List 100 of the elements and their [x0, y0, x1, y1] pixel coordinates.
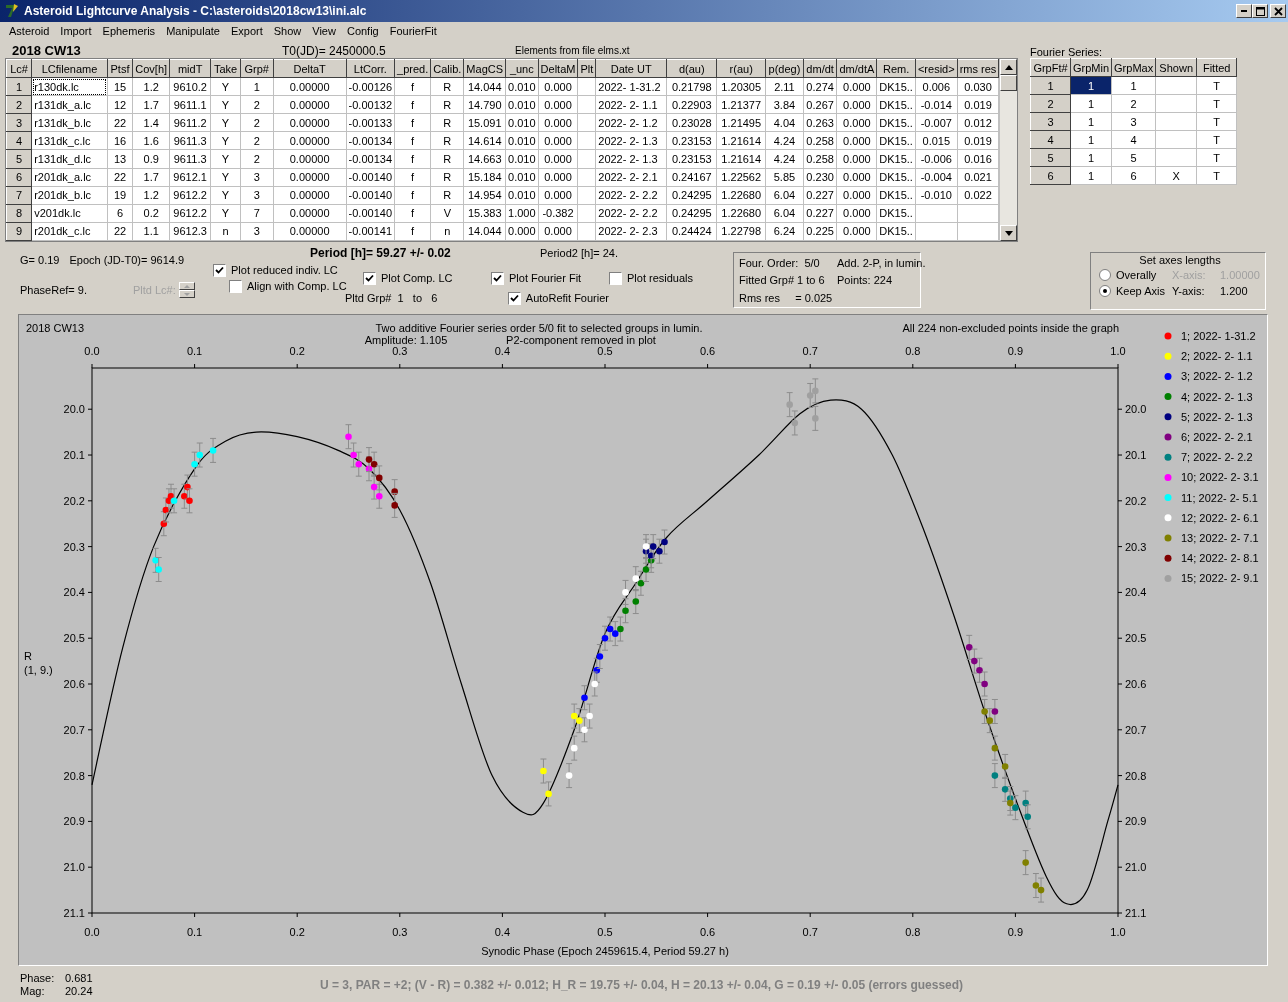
x-tick-label: 0.9: [1007, 926, 1024, 938]
table-cell: DK15..: [879, 116, 913, 129]
table-cell: R: [443, 116, 452, 129]
table-cell: 4.24: [773, 134, 796, 147]
phase-ref: PhaseRef= 9.: [20, 284, 87, 296]
table-cell: Y: [221, 98, 230, 111]
table-cell: 9611.1: [173, 98, 207, 111]
mag-value: 20.24: [65, 985, 93, 997]
y-tick-label: 21.0: [63, 861, 85, 874]
table-cell: 3: [253, 171, 260, 184]
table-cell: 0.000: [508, 225, 536, 238]
table-cell: 0.2: [143, 207, 159, 220]
table-cell: 0.000: [843, 171, 871, 184]
table-cell: f: [411, 98, 415, 111]
x-tick-label: 1.0: [1110, 926, 1126, 938]
phase-value: 0.681: [65, 972, 93, 984]
table-cell: Y: [221, 153, 230, 165]
period2-value: Period2 [h]= 24.: [539, 247, 618, 259]
table-cell: 6.04: [773, 207, 796, 220]
object-label: 2018 CW13: [26, 322, 85, 334]
table-cell: 1.21614: [721, 134, 762, 147]
table-cell: 0.00000: [289, 116, 330, 129]
table-cell: 0.24295: [671, 189, 712, 202]
table-cell: r131dk_c.lc: [34, 134, 91, 147]
table-cell: 0.21798: [671, 80, 712, 93]
table-cell: 0.00000: [289, 134, 330, 147]
x-tick-label: 0.8: [905, 345, 921, 357]
table-cell: 0.010: [508, 116, 536, 129]
table-cell: 14.044: [467, 225, 502, 238]
fit-summary-text: Four. Order: 5/0: [739, 256, 821, 271]
x-tick-label: 0.6: [699, 345, 716, 357]
table-cell: Y: [221, 189, 230, 202]
table-cell: 22: [113, 225, 127, 238]
table-cell: 4.04: [773, 116, 796, 129]
y-tick-label: 20.0: [63, 403, 85, 416]
table-cell: -0.004: [920, 171, 952, 184]
table-cell: 0.000: [544, 171, 572, 184]
table-cell: 15: [113, 80, 127, 93]
table-cell: 0.000: [843, 189, 871, 202]
table-cell: 0.00000: [289, 225, 330, 238]
table-cell: 0.263: [806, 116, 834, 129]
y-axis-label: R: [24, 650, 32, 662]
y-tick-label: 20.7: [63, 723, 85, 736]
table-cell: 0.019: [964, 134, 992, 147]
legend-label: 13; 2022- 2- 7.1: [1181, 532, 1259, 544]
y-tick-label: 20.9: [1125, 815, 1147, 828]
fit-summary-text: Add. 2-P, in lumin.: [837, 256, 926, 271]
table-cell: 2022- 2- 1.1: [598, 98, 658, 111]
y-tick-label: 20.1: [63, 449, 85, 461]
table-cell: -0.00132: [348, 98, 393, 111]
table-cell: r131dk_a.lc: [34, 98, 92, 111]
table-cell: 2: [253, 98, 260, 111]
table-cell: f: [411, 189, 415, 202]
legend-label: 1; 2022- 1-31.2: [1181, 330, 1256, 342]
table-cell: 5: [1130, 151, 1137, 164]
table-cell: R: [443, 189, 452, 202]
table-cell: 2: [1130, 97, 1137, 110]
table-cell: 14.044: [467, 80, 502, 93]
mag-label: Mag:: [20, 985, 46, 998]
x-tick-label: 0.4: [494, 926, 511, 938]
table-cell: 22: [113, 116, 127, 129]
table-cell: 14.954: [467, 189, 502, 202]
table-cell: 0.000: [843, 207, 871, 220]
table-cell: 1.6: [143, 134, 159, 147]
table-cell: 1.21614: [721, 153, 762, 165]
x-tick-label: 0.9: [1007, 345, 1024, 357]
table-cell: 0.010: [508, 153, 536, 165]
table-cell: 0.012: [964, 116, 992, 129]
table-cell: 0.9: [143, 153, 159, 165]
table-cell: R: [443, 153, 452, 165]
table-cell: 0.000: [544, 116, 572, 129]
results-text: U = 3, PAR = +2; (V - R) = 0.382 +/- 0.012; H_R = 19.75 +/- 0.04, H = 20.13 +/- 0.04, G = 0.19 +/- 0.05 (errors guessed): [320, 978, 964, 992]
table-cell: -0.00134: [348, 134, 393, 147]
table-cell: Y: [221, 171, 230, 184]
table-cell: 4.24: [773, 153, 796, 165]
elements-note: Elements from file elms.xt: [515, 45, 630, 58]
x-tick-label: 0.5: [597, 926, 613, 938]
plotted-group-range: Pltd Grp# 1 to 6: [345, 292, 439, 304]
table-cell: 1.22680: [721, 189, 762, 202]
table-cell: 0.022: [964, 189, 992, 202]
table-cell: 1.21377: [721, 98, 762, 111]
period-value: Period [h]= 59.27 +/- 0.02: [309, 246, 451, 260]
table-cell: 0.010: [508, 189, 536, 202]
table-cell: 0.000: [544, 80, 572, 93]
table-cell: Y: [221, 134, 230, 147]
table-cell: n: [222, 225, 229, 238]
table-cell: 9611.2: [173, 116, 207, 129]
x-tick-label: 0.5: [597, 345, 613, 357]
table-cell: T: [1213, 97, 1221, 110]
y-tick-label: 20.8: [63, 769, 85, 782]
table-cell: T: [1213, 79, 1221, 92]
table-cell: r131dk_d.lc: [34, 153, 92, 165]
table-cell: 1.1: [143, 225, 159, 238]
table-cell: -0.00134: [348, 153, 393, 165]
y-tick-label: 20.8: [1125, 769, 1147, 782]
table-cell: 3: [1130, 115, 1137, 128]
table-cell: -0.00140: [348, 171, 393, 184]
table-cell: -0.00133: [348, 116, 393, 129]
table-cell: f: [411, 225, 415, 238]
legend-label: 14; 2022- 2- 8.1: [1181, 552, 1259, 565]
